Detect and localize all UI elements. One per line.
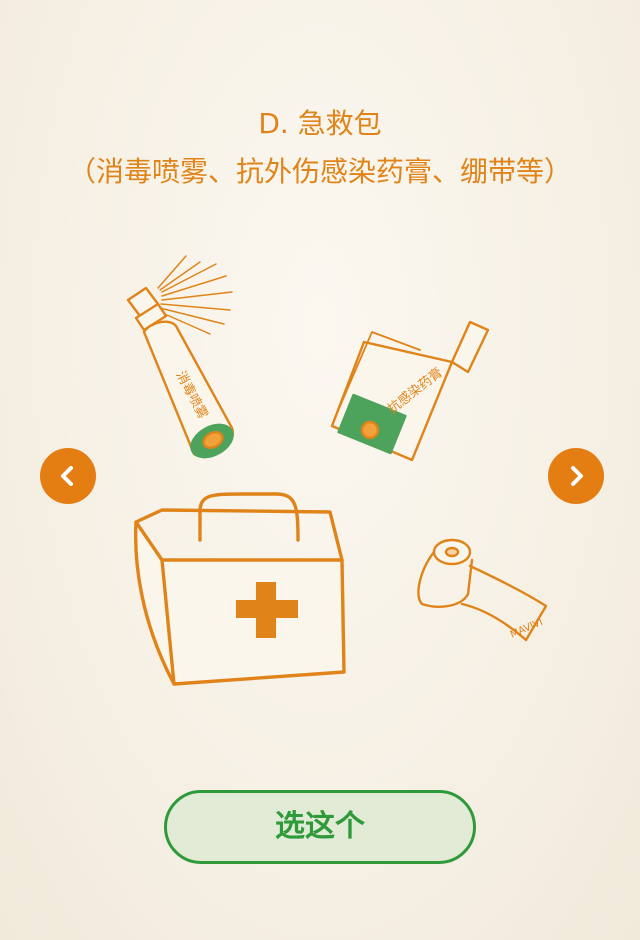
disinfectant-spray-icon	[126, 255, 234, 459]
first-aid-kit-icon	[133, 492, 346, 686]
chevron-right-icon	[571, 466, 583, 486]
first-aid-illustration: 消毒喷雾 抗感染药膏 MAVIVI	[126, 255, 548, 686]
next-option-button[interactable]	[548, 448, 604, 504]
prev-option-button[interactable]	[40, 448, 96, 504]
choose-this-button[interactable]: 选这个	[164, 790, 476, 864]
chevron-left-icon	[61, 466, 73, 486]
